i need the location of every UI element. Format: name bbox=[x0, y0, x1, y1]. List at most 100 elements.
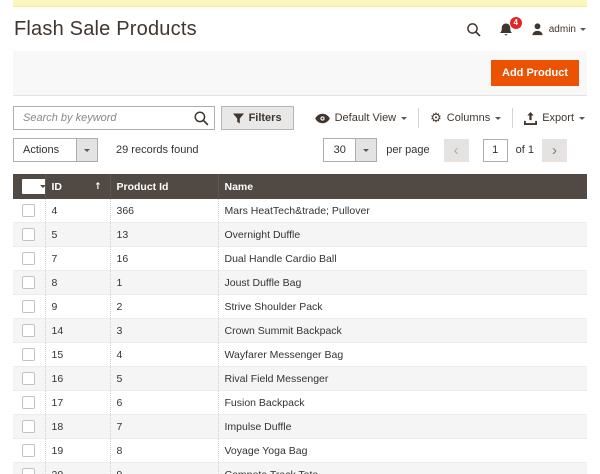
row-checkbox[interactable] bbox=[22, 372, 35, 385]
table-body: 4 366 Mars HeatTech&trade; Pullover 5 13… bbox=[13, 199, 587, 474]
row-checkbox[interactable] bbox=[22, 324, 35, 337]
row-checkbox[interactable] bbox=[22, 420, 35, 433]
row-checkbox[interactable] bbox=[22, 204, 35, 217]
records-count: 29 records found bbox=[116, 144, 199, 156]
cell-id: 7 bbox=[45, 247, 110, 271]
previous-page-button[interactable]: ‹ bbox=[444, 139, 469, 162]
cell-id: 17 bbox=[45, 391, 110, 415]
chevron-down-icon bbox=[40, 185, 46, 188]
column-header-product-id[interactable]: Product Id bbox=[110, 174, 218, 199]
cell-product-id: 13 bbox=[110, 223, 218, 247]
search-submit-button[interactable] bbox=[193, 110, 210, 127]
row-checkbox[interactable] bbox=[22, 300, 35, 313]
table-row: 17 6 Fusion Backpack bbox=[13, 391, 587, 415]
cell-name: Crown Summit Backpack bbox=[218, 319, 587, 343]
table-row: 18 7 Impulse Duffle bbox=[13, 415, 587, 439]
cell-product-id: 5 bbox=[110, 367, 218, 391]
next-page-button[interactable]: › bbox=[542, 139, 567, 162]
notifications-button[interactable]: 4 bbox=[498, 22, 514, 38]
cell-product-id: 7 bbox=[110, 415, 218, 439]
filter-funnel-icon bbox=[233, 113, 244, 124]
header-actions: 4 admin bbox=[466, 22, 586, 38]
sort-ascending-icon: ↑ bbox=[94, 182, 102, 192]
cell-name: Strive Shoulder Pack bbox=[218, 295, 587, 319]
table-header-row: ID ↑ Product Id Name bbox=[13, 174, 587, 199]
product-grid: ID ↑ Product Id Name 4 366 Mars HeatTech… bbox=[13, 174, 587, 474]
page-title: Flash Sale Products bbox=[14, 18, 197, 41]
cell-id: 4 bbox=[45, 199, 110, 223]
cell-product-id: 16 bbox=[110, 247, 218, 271]
export-icon bbox=[524, 112, 537, 125]
actions-select[interactable]: Actions bbox=[13, 138, 98, 162]
table-row: 8 1 Joust Duffle Bag bbox=[13, 271, 587, 295]
cell-name: Rival Field Messenger bbox=[218, 367, 587, 391]
cell-product-id: 6 bbox=[110, 391, 218, 415]
row-checkbox[interactable] bbox=[22, 228, 35, 241]
current-page-input[interactable] bbox=[483, 139, 508, 162]
global-search-button[interactable] bbox=[466, 22, 482, 38]
row-checkbox[interactable] bbox=[22, 468, 35, 474]
per-page-select[interactable]: 30 bbox=[323, 138, 377, 162]
cell-product-id: 8 bbox=[110, 439, 218, 463]
cell-name: Overnight Duffle bbox=[218, 223, 587, 247]
chevron-down-icon bbox=[84, 149, 90, 152]
cell-id: 14 bbox=[45, 319, 110, 343]
filters-button[interactable]: Filters bbox=[221, 106, 294, 130]
cell-product-id: 1 bbox=[110, 271, 218, 295]
cell-product-id: 4 bbox=[110, 343, 218, 367]
search-input[interactable] bbox=[13, 106, 215, 130]
cell-id: 8 bbox=[45, 271, 110, 295]
grid-controls-row: Actions 29 records found 30 per page ‹ o… bbox=[13, 135, 587, 165]
per-page-dropdown[interactable] bbox=[355, 139, 376, 161]
cell-product-id: 2 bbox=[110, 295, 218, 319]
chevron-down-icon bbox=[495, 117, 501, 120]
row-checkbox[interactable] bbox=[22, 348, 35, 361]
cell-id: 9 bbox=[45, 295, 110, 319]
page-header: Flash Sale Products 4 admin bbox=[0, 7, 600, 51]
cell-product-id: 9 bbox=[110, 463, 218, 474]
notification-banner bbox=[13, 0, 587, 7]
per-page-label: per page bbox=[386, 144, 429, 156]
add-product-button[interactable]: Add Product bbox=[491, 60, 579, 86]
table-row: 5 13 Overnight Duffle bbox=[13, 223, 587, 247]
row-checkbox[interactable] bbox=[22, 276, 35, 289]
cell-product-id: 3 bbox=[110, 319, 218, 343]
pagination-area: 30 per page ‹ of 1 › bbox=[323, 138, 567, 162]
search-icon bbox=[466, 22, 482, 38]
user-icon bbox=[530, 22, 545, 37]
row-checkbox[interactable] bbox=[22, 252, 35, 265]
column-header-name[interactable]: Name bbox=[218, 174, 587, 199]
product-table: ID ↑ Product Id Name 4 366 Mars HeatTech… bbox=[13, 174, 587, 474]
eye-icon bbox=[315, 113, 330, 124]
grid-view-controls: Filters Default View ⚙ Columns Export bbox=[221, 106, 587, 130]
cell-name: Fusion Backpack bbox=[218, 391, 587, 415]
chevron-down-icon bbox=[363, 149, 369, 152]
cell-name: Dual Handle Cardio Ball bbox=[218, 247, 587, 271]
cell-name: Impulse Duffle bbox=[218, 415, 587, 439]
cell-name: Voyage Yoga Bag bbox=[218, 439, 587, 463]
table-row: 15 4 Wayfarer Messenger Bag bbox=[13, 343, 587, 367]
column-header-id[interactable]: ID ↑ bbox=[45, 174, 110, 199]
cell-name: Compete Track Tote bbox=[218, 463, 587, 474]
default-view-menu[interactable]: Default View bbox=[304, 108, 419, 128]
table-row: 14 3 Crown Summit Backpack bbox=[13, 319, 587, 343]
cell-product-id: 366 bbox=[110, 199, 218, 223]
actions-select-dropdown[interactable] bbox=[76, 139, 97, 161]
export-menu[interactable]: Export bbox=[513, 108, 587, 128]
cell-id: 16 bbox=[45, 367, 110, 391]
total-pages-label: of 1 bbox=[516, 144, 534, 156]
table-row: 4 366 Mars HeatTech&trade; Pullover bbox=[13, 199, 587, 223]
notification-count-badge: 4 bbox=[510, 17, 522, 29]
cell-name: Wayfarer Messenger Bag bbox=[218, 343, 587, 367]
keyword-search bbox=[13, 106, 215, 130]
row-checkbox[interactable] bbox=[22, 396, 35, 409]
table-row: 7 16 Dual Handle Cardio Ball bbox=[13, 247, 587, 271]
row-checkbox[interactable] bbox=[22, 444, 35, 457]
cell-id: 5 bbox=[45, 223, 110, 247]
cell-id: 19 bbox=[45, 439, 110, 463]
admin-account-menu[interactable]: admin bbox=[530, 22, 586, 37]
table-row: 20 9 Compete Track Tote bbox=[13, 463, 587, 474]
columns-menu[interactable]: ⚙ Columns bbox=[419, 108, 512, 128]
page-actions-band: Add Product bbox=[13, 51, 587, 96]
chevron-down-icon bbox=[579, 117, 585, 120]
